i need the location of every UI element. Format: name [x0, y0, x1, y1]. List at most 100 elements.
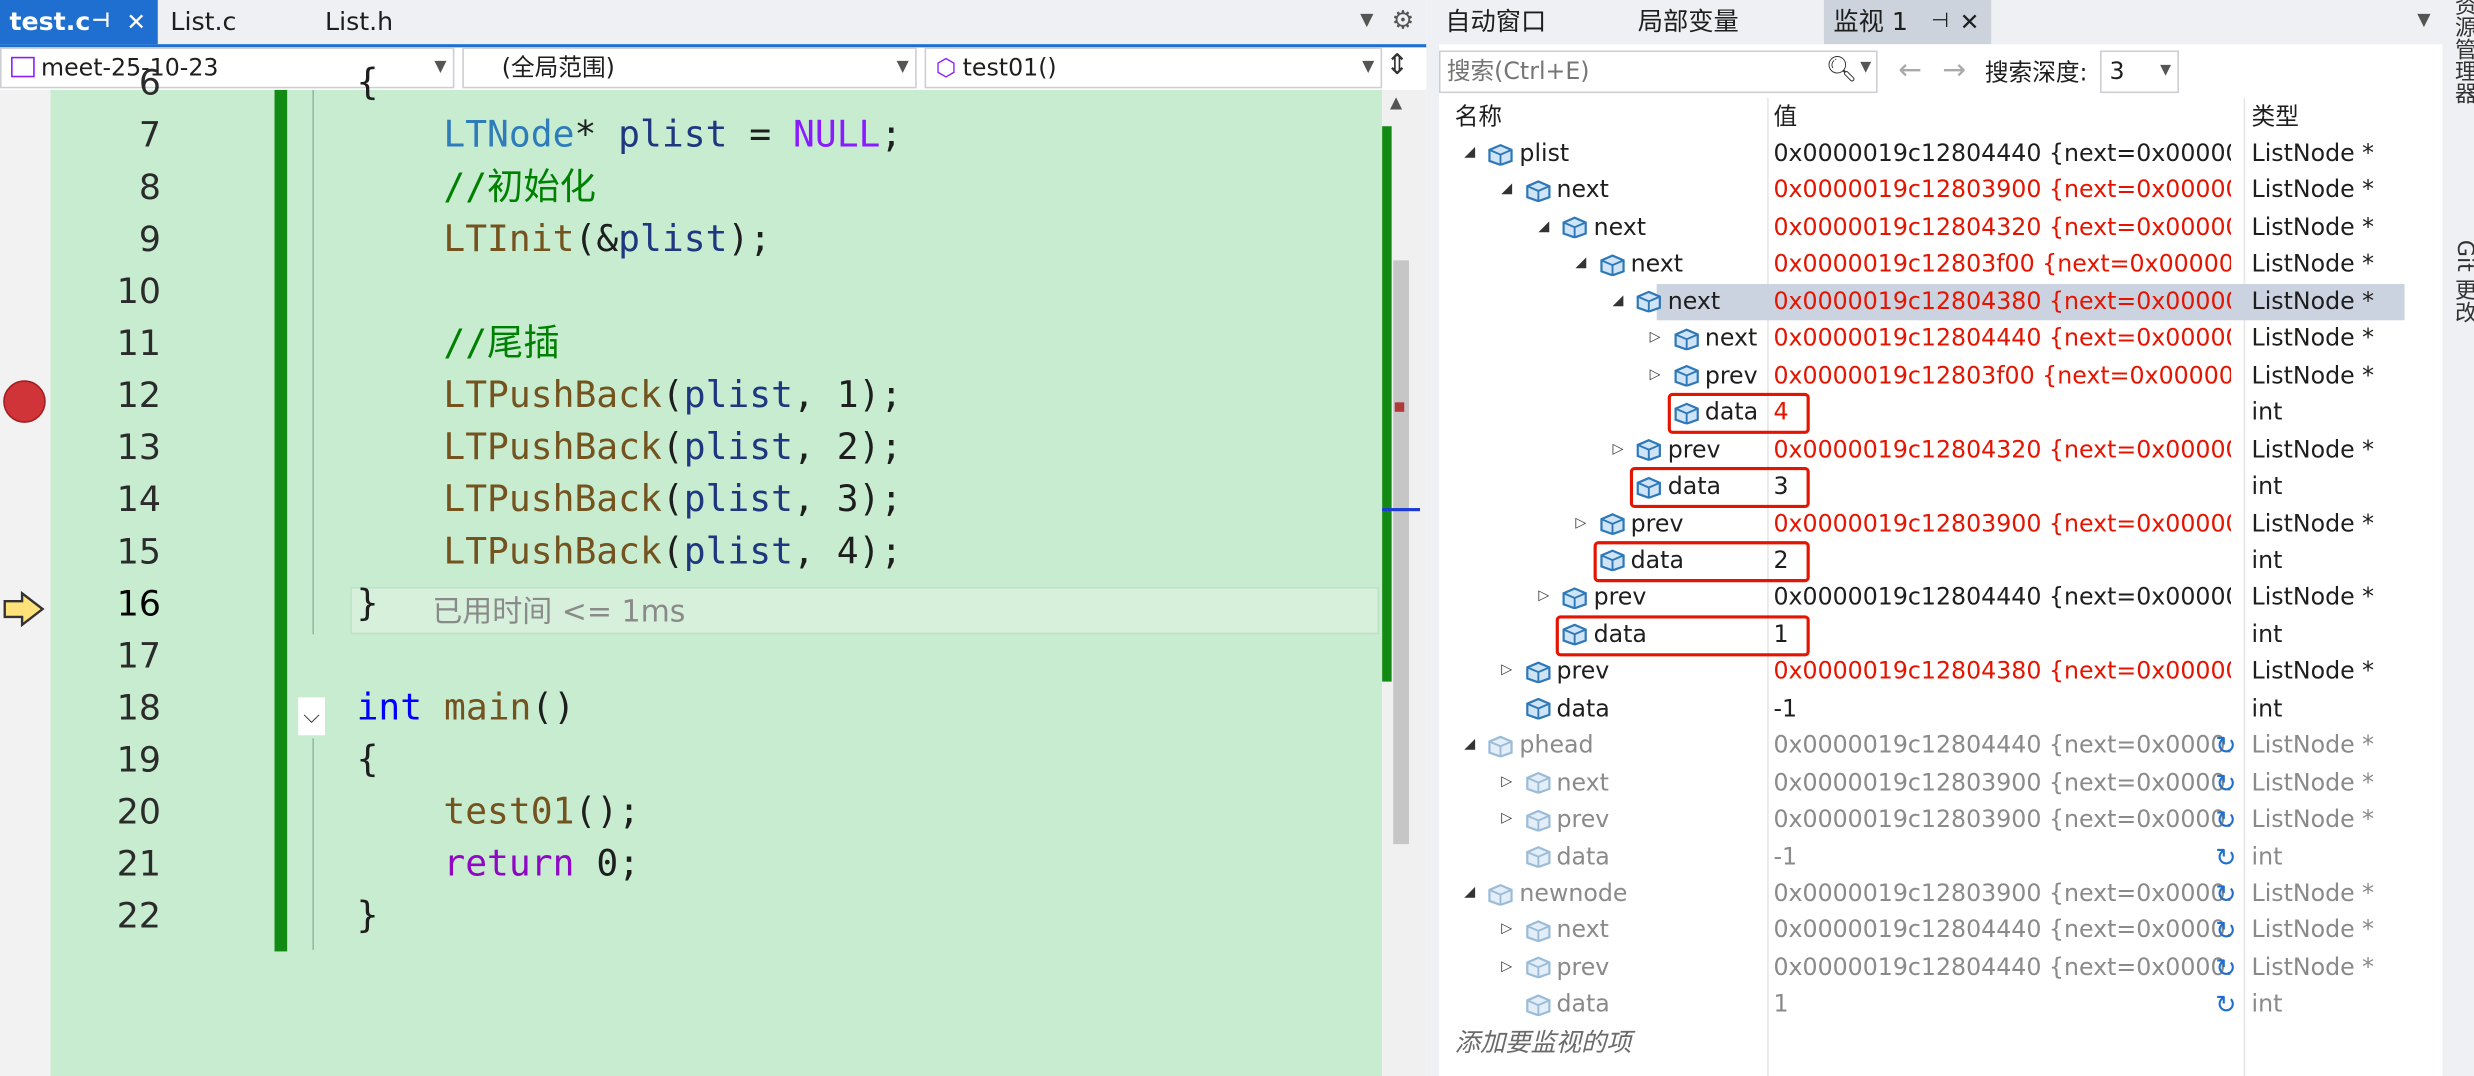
expand-icon[interactable]: ▷	[1650, 321, 1661, 358]
watch-value[interactable]: -1	[1773, 691, 2231, 728]
watch-row[interactable]: ▷ prev 0x0000019c12803f00 {next=0x0000019.…	[1439, 358, 2405, 395]
code-line[interactable]: return 0;	[443, 839, 640, 891]
collapse-icon[interactable]: ◢	[1613, 284, 1624, 321]
watch-row[interactable]: ◢ next 0x0000019c12803900 {next=0x0000019.…	[1439, 173, 2405, 210]
code-line[interactable]: LTPushBack(plist, 4);	[443, 527, 902, 579]
watch-value[interactable]: 0x0000019c12804440 {next=0x0000019...	[1773, 580, 2231, 617]
breakpoint-marker[interactable]	[3, 380, 46, 423]
code-line[interactable]: {	[357, 735, 379, 787]
watch-value[interactable]: 0x0000019c12804380 {next=0x0000019...	[1773, 284, 2231, 321]
watch-value[interactable]: 0x0000019c12803f00 {next=0x0000019...	[1773, 358, 2231, 395]
watch-value[interactable]: 0x0000019c12803900 {next=0x0000019...	[1773, 506, 2231, 543]
watch-row[interactable]: data 4 int	[1439, 395, 2405, 432]
watch-row[interactable]: ◢ next 0x0000019c12803f00 {next=0x0000019.…	[1439, 247, 2405, 284]
add-watch-item[interactable]: 添加要监视的项	[1455, 1024, 1632, 1060]
tab-autos[interactable]: 自动窗口	[1438, 0, 1626, 45]
watch-value[interactable]: 2	[1773, 543, 2231, 580]
refresh-icon[interactable]: ↻	[2215, 765, 2236, 802]
scroll-up-icon[interactable]: ▲	[1390, 95, 1402, 112]
watch-row[interactable]: ▷ prev 0x0000019c12803900 {next=0x0000... ↻…	[1439, 802, 2405, 839]
watch-row[interactable]: ▷ next 0x0000019c12804440 {next=0x0000... ↻…	[1439, 913, 2405, 950]
search-icon[interactable]: 🔍︎	[1826, 54, 1858, 84]
refresh-icon[interactable]: ↻	[2215, 950, 2236, 987]
watch-search-input[interactable]	[1440, 52, 1812, 90]
watch-row[interactable]: ◢ next 0x0000019c12804380 {next=0x0000019.…	[1439, 283, 2405, 321]
watch-value[interactable]: 1	[1773, 987, 2231, 1024]
watch-row[interactable]: ◢ phead 0x0000019c12804440 {next=0x0000...…	[1439, 728, 2405, 765]
collapse-icon[interactable]: ◢	[1464, 876, 1475, 913]
tab-test-c[interactable]: test.c ⊣ ✕	[0, 0, 158, 45]
code-line[interactable]: //尾插	[443, 319, 559, 371]
code-line[interactable]: }	[357, 891, 379, 943]
tab-list-dropdown-icon[interactable]: ▼	[1360, 9, 1373, 30]
function-dropdown[interactable]: ⬡ test01() ▼	[924, 47, 1383, 89]
gear-icon[interactable]: ⚙	[1392, 5, 1415, 35]
refresh-icon[interactable]: ↻	[2215, 802, 2236, 839]
expand-icon[interactable]: ▷	[1538, 580, 1549, 617]
tab-list-c[interactable]: List.c	[160, 0, 313, 45]
col-header-type[interactable]: 类型	[2252, 99, 2299, 134]
watch-value[interactable]: 0x0000019c12803900 {next=0x0000...	[1773, 765, 2231, 802]
tab-list-h[interactable]: List.h	[315, 0, 474, 45]
watch-row[interactable]: ▷ next 0x0000019c12803900 {next=0x0000... ↻…	[1439, 765, 2405, 802]
scroll-thumb[interactable]	[1393, 260, 1409, 845]
watch-value[interactable]: 0x0000019c12804440 {next=0x0000...	[1773, 950, 2231, 987]
watch-row[interactable]: ▷ prev 0x0000019c12804380 {next=0x0000019.…	[1439, 654, 2405, 691]
collapse-icon[interactable]: ◢	[1501, 173, 1512, 210]
watch-row[interactable]: ◢ plist 0x0000019c12804440 {next=0x0000019…	[1439, 136, 2405, 173]
watch-value[interactable]: 0x0000019c12803900 {next=0x0000019...	[1773, 173, 2231, 210]
col-header-value[interactable]: 值	[1773, 99, 1797, 134]
solution-explorer-side-tab[interactable]: 解决方案资源管理器	[2449, 0, 2474, 104]
watch-row[interactable]: ▷ prev 0x0000019c12804440 {next=0x0000019.…	[1439, 580, 2405, 617]
col-header-name[interactable]: 名称	[1455, 99, 1502, 134]
expand-icon[interactable]: ▷	[1575, 506, 1586, 543]
split-editor-icon[interactable]: ⇕	[1385, 49, 1409, 82]
watch-value[interactable]: 4	[1773, 395, 2231, 432]
code-line[interactable]: //初始化	[443, 163, 596, 215]
watch-row[interactable]: data -1 ↻ int	[1439, 839, 2405, 876]
watch-row[interactable]: ▷ next 0x0000019c12804440 {next=0x0000019.…	[1439, 321, 2405, 358]
panel-splitter[interactable]	[1426, 0, 1439, 1076]
collapse-icon[interactable]: ◢	[1538, 210, 1549, 247]
watch-row[interactable]: ◢ next 0x0000019c12804320 {next=0x0000019.…	[1439, 210, 2405, 247]
refresh-icon[interactable]: ↻	[2215, 876, 2236, 913]
watch-value[interactable]: 0x0000019c12803f00 {next=0x0000019...	[1773, 247, 2231, 284]
watch-value[interactable]: 3	[1773, 469, 2231, 506]
search-depth-select[interactable]: 3 ▼	[2100, 50, 2179, 94]
watch-value[interactable]: -1	[1773, 839, 2231, 876]
breakpoint-margin[interactable]	[0, 89, 51, 1076]
watch-value[interactable]: 0x0000019c12803900 {next=0x0000...	[1773, 876, 2231, 913]
collapse-icon[interactable]: ◢	[1575, 247, 1586, 284]
watch-value[interactable]: 0x0000019c12804440 {next=0x0000...	[1773, 728, 2231, 765]
tab-watch-1[interactable]: 监视 1 ⊣ ✕	[1823, 0, 1992, 45]
code-line[interactable]: {	[357, 58, 379, 110]
watch-row[interactable]: ▷ prev 0x0000019c12804440 {next=0x0000... ↻…	[1439, 950, 2405, 987]
watch-row[interactable]: ▷ prev 0x0000019c12804320 {next=0x0000019.…	[1439, 432, 2405, 469]
watch-row[interactable]: ▷ prev 0x0000019c12803900 {next=0x0000019.…	[1439, 506, 2405, 543]
refresh-icon[interactable]: ↻	[2215, 987, 2236, 1024]
code-line[interactable]: int main()	[357, 683, 576, 735]
watch-row[interactable]: data -1 int	[1439, 691, 2405, 728]
expand-icon[interactable]: ▷	[1501, 765, 1512, 802]
refresh-icon[interactable]: ↻	[2215, 839, 2236, 876]
watch-search-box[interactable]: 🔍︎ ▼	[1438, 50, 1878, 94]
pin-icon[interactable]: ⊣	[92, 0, 111, 44]
watch-value[interactable]: 0x0000019c12804320 {next=0x0000019...	[1773, 432, 2231, 469]
watch-value[interactable]: 0x0000019c12804320 {next=0x0000019...	[1773, 210, 2231, 247]
code-line[interactable]: LTInit(&plist);	[443, 215, 771, 267]
refresh-icon[interactable]: ↻	[2215, 913, 2236, 950]
watch-row[interactable]: data 3 int	[1439, 469, 2405, 506]
watch-value[interactable]: 0x0000019c12804380 {next=0x0000019...	[1773, 654, 2231, 691]
panel-tab-list-icon[interactable]: ▼	[2417, 9, 2430, 30]
refresh-icon[interactable]: ↻	[2215, 728, 2236, 765]
search-back-icon[interactable]: ←	[1898, 54, 1922, 87]
expand-icon[interactable]: ▷	[1501, 950, 1512, 987]
code-line[interactable]: LTPushBack(plist, 1);	[443, 371, 902, 423]
code-line[interactable]: LTPushBack(plist, 3);	[443, 475, 902, 527]
watch-row[interactable]: data 1 ↻ int	[1439, 987, 2405, 1024]
expand-icon[interactable]: ▷	[1613, 432, 1624, 469]
watch-value[interactable]: 0x0000019c12803900 {next=0x0000...	[1773, 802, 2231, 839]
code-line[interactable]: test01();	[443, 787, 640, 839]
close-icon[interactable]: ✕	[126, 0, 146, 44]
collapse-icon[interactable]: ◢	[1464, 136, 1475, 173]
